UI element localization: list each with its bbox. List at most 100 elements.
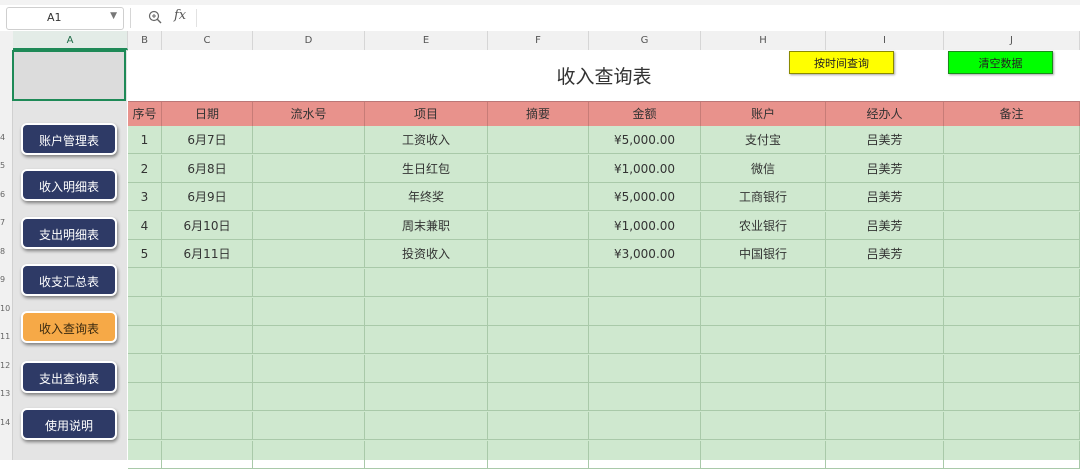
column-header-j[interactable]: J (944, 31, 1080, 50)
table-row[interactable] (128, 355, 1080, 383)
cell-date[interactable] (162, 412, 253, 440)
cell-amount[interactable] (589, 355, 701, 383)
header-handler[interactable]: 经办人 (826, 102, 944, 127)
row-header[interactable]: 6 (0, 190, 12, 199)
cell-summary[interactable] (488, 298, 589, 326)
query-by-time-button[interactable]: 按时间查询 (789, 51, 894, 74)
cell-summary[interactable] (488, 240, 589, 268)
cell-remark[interactable] (944, 412, 1080, 440)
row-header[interactable]: 4 (0, 133, 12, 142)
cell-date[interactable] (162, 269, 253, 297)
cell-item[interactable]: 投资收入 (365, 240, 488, 268)
selected-cell-a1[interactable] (12, 50, 126, 101)
cell-item[interactable] (365, 269, 488, 297)
nav-button-account-management[interactable]: 账户管理表 (21, 123, 117, 155)
fx-label[interactable]: fx (174, 8, 186, 23)
cell-handler[interactable] (826, 441, 944, 469)
cell-summary[interactable] (488, 155, 589, 183)
cell-summary[interactable] (488, 183, 589, 211)
cell-date[interactable] (162, 441, 253, 469)
cell-item[interactable] (365, 412, 488, 440)
cell-item[interactable]: 周末兼职 (365, 212, 488, 240)
nav-button-income-detail[interactable]: 收入明细表 (21, 169, 117, 201)
cell-seq[interactable]: 4 (128, 212, 162, 240)
header-account[interactable]: 账户 (701, 102, 826, 127)
table-row[interactable] (128, 326, 1080, 354)
cell-handler[interactable] (826, 326, 944, 354)
cell-item[interactable]: 生日红包 (365, 155, 488, 183)
cell-amount[interactable] (589, 298, 701, 326)
cell-item[interactable] (365, 441, 488, 469)
cell-serial-no[interactable] (253, 155, 365, 183)
table-row[interactable]: 5 6月11日 投资收入 ¥3,000.00 中国银行 吕美芳 (128, 240, 1080, 268)
cell-remark[interactable] (944, 269, 1080, 297)
cell-item[interactable]: 工资收入 (365, 126, 488, 154)
column-header-e[interactable]: E (365, 31, 488, 50)
cell-date[interactable] (162, 383, 253, 411)
cell-account[interactable]: 工商银行 (701, 183, 826, 211)
cell-account[interactable]: 支付宝 (701, 126, 826, 154)
cell-item[interactable]: 年终奖 (365, 183, 488, 211)
table-row[interactable]: 2 6月8日 生日红包 ¥1,000.00 微信 吕美芳 (128, 155, 1080, 183)
cell-handler[interactable] (826, 298, 944, 326)
header-item[interactable]: 项目 (365, 102, 488, 127)
cell-date[interactable] (162, 326, 253, 354)
cell-summary[interactable] (488, 269, 589, 297)
table-row[interactable] (128, 441, 1080, 469)
table-row[interactable] (128, 269, 1080, 297)
cell-remark[interactable] (944, 441, 1080, 469)
cell-summary[interactable] (488, 412, 589, 440)
table-row[interactable]: 3 6月9日 年终奖 ¥5,000.00 工商银行 吕美芳 (128, 183, 1080, 211)
cell-seq[interactable] (128, 298, 162, 326)
column-header-g[interactable]: G (589, 31, 701, 50)
header-serial-no[interactable]: 流水号 (253, 102, 365, 127)
row-header[interactable]: 5 (0, 161, 12, 170)
row-header[interactable]: 10 (0, 304, 12, 313)
cell-date[interactable]: 6月9日 (162, 183, 253, 211)
zoom-in-icon[interactable] (148, 10, 162, 24)
cell-amount[interactable] (589, 412, 701, 440)
row-header[interactable]: 14 (0, 418, 12, 427)
cell-serial-no[interactable] (253, 240, 365, 268)
row-header[interactable]: 11 (0, 332, 12, 341)
cell-account[interactable] (701, 326, 826, 354)
cell-seq[interactable]: 5 (128, 240, 162, 268)
cell-date[interactable] (162, 355, 253, 383)
table-row[interactable]: 4 6月10日 周末兼职 ¥1,000.00 农业银行 吕美芳 (128, 212, 1080, 240)
nav-button-instructions[interactable]: 使用说明 (21, 408, 117, 440)
cell-item[interactable] (365, 298, 488, 326)
column-header-c[interactable]: C (162, 31, 253, 50)
cell-remark[interactable] (944, 326, 1080, 354)
cell-item[interactable] (365, 383, 488, 411)
cell-serial-no[interactable] (253, 212, 365, 240)
cell-handler[interactable] (826, 269, 944, 297)
cell-summary[interactable] (488, 383, 589, 411)
table-row[interactable]: 1 6月7日 工资收入 ¥5,000.00 支付宝 吕美芳 (128, 126, 1080, 154)
cell-account[interactable] (701, 298, 826, 326)
nav-button-expense-detail[interactable]: 支出明细表 (21, 217, 117, 249)
chevron-down-icon[interactable]: ▼ (110, 11, 117, 21)
cell-handler[interactable]: 吕美芳 (826, 212, 944, 240)
cell-amount[interactable]: ¥1,000.00 (589, 155, 701, 183)
cell-seq[interactable]: 1 (128, 126, 162, 154)
cell-amount[interactable] (589, 269, 701, 297)
cell-amount[interactable]: ¥5,000.00 (589, 126, 701, 154)
cell-account[interactable] (701, 441, 826, 469)
cell-account[interactable] (701, 383, 826, 411)
header-date[interactable]: 日期 (162, 102, 253, 127)
cell-account[interactable] (701, 355, 826, 383)
column-header-b[interactable]: B (128, 31, 162, 50)
cell-amount[interactable] (589, 326, 701, 354)
cell-seq[interactable] (128, 383, 162, 411)
column-header-h[interactable]: H (701, 31, 826, 50)
cell-account[interactable] (701, 412, 826, 440)
cell-handler[interactable]: 吕美芳 (826, 126, 944, 154)
cell-summary[interactable] (488, 126, 589, 154)
row-header[interactable]: 8 (0, 247, 12, 256)
cell-remark[interactable] (944, 155, 1080, 183)
cell-remark[interactable] (944, 240, 1080, 268)
cell-amount[interactable] (589, 441, 701, 469)
cell-seq[interactable] (128, 269, 162, 297)
cell-account[interactable]: 中国银行 (701, 240, 826, 268)
column-header-d[interactable]: D (253, 31, 365, 50)
